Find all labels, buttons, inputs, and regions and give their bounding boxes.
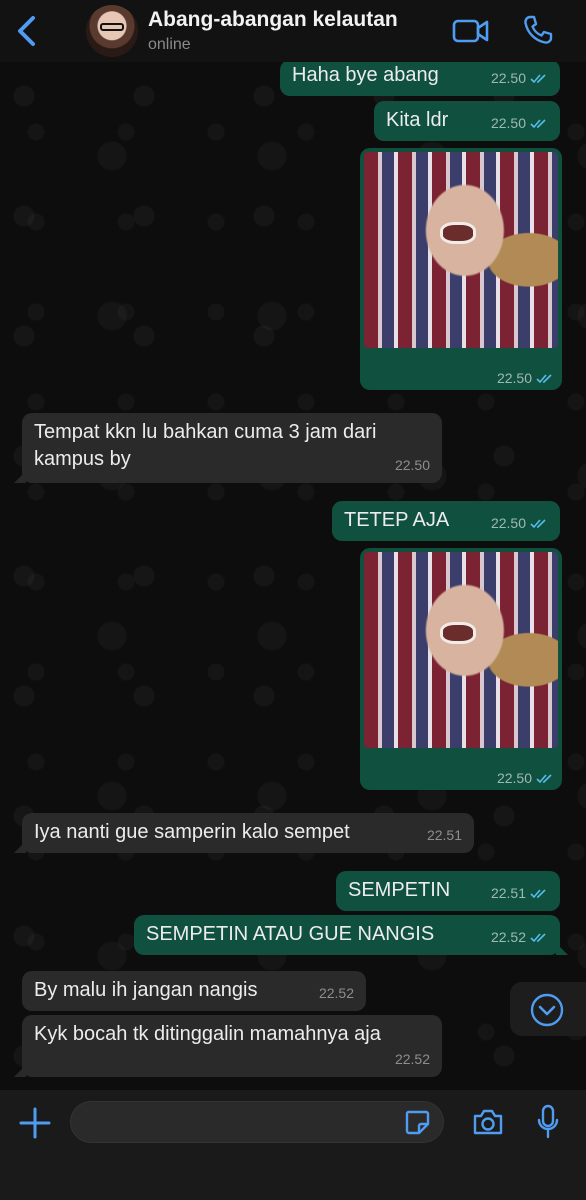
photo-image[interactable] (364, 152, 558, 348)
message-time: 22.50 (491, 65, 548, 92)
read-ticks-icon (530, 119, 546, 129)
message-text: Haha bye abang (292, 64, 439, 86)
message-text: Kita ldr (386, 109, 449, 131)
back-chevron-icon[interactable] (14, 14, 40, 48)
message-text: By malu ih jangan nangis (34, 979, 258, 1001)
read-ticks-icon (530, 519, 546, 529)
message-incoming[interactable]: Tempat kkn lu bahkan cuma 3 jam dari kam… (14, 413, 442, 483)
photo-message[interactable]: 22.50 (360, 548, 562, 790)
message-time: 22.52 (491, 924, 548, 951)
contact-avatar[interactable] (86, 5, 138, 57)
contact-status: online (148, 36, 191, 53)
phone-icon[interactable] (522, 14, 554, 46)
message-incoming[interactable]: By malu ih jangan nangis 22.52 (22, 971, 366, 1011)
read-ticks-icon (536, 373, 552, 383)
message-outgoing[interactable]: SEMPETIN ATAU GUE NANGIS 22.52 (134, 915, 568, 955)
read-ticks-icon (530, 889, 546, 899)
video-call-icon[interactable] (452, 16, 490, 46)
message-text: SEMPETIN ATAU GUE NANGIS (146, 923, 435, 945)
message-text: Iya nanti gue samperin kalo sempet (34, 821, 350, 843)
message-time: 22.51 (491, 880, 548, 907)
message-time: 22.52 (394, 1051, 430, 1067)
plus-icon[interactable] (18, 1106, 52, 1140)
camera-icon[interactable] (472, 1108, 504, 1136)
message-time: 22.50 (497, 370, 554, 386)
message-text: TETEP AJA (344, 509, 450, 531)
message-outgoing[interactable]: Kita ldr 22.50 (374, 101, 560, 141)
message-input[interactable] (70, 1101, 444, 1143)
photo-message[interactable]: 22.50 (360, 148, 562, 390)
scroll-to-bottom-button[interactable] (510, 982, 586, 1036)
message-text: Kyk bocah tk ditinggalin mamahnya aja (34, 1023, 381, 1045)
message-outgoing[interactable]: TETEP AJA 22.50 (332, 501, 560, 541)
message-time: 22.50 (394, 457, 430, 473)
message-time: 22.52 (318, 985, 354, 1001)
chat-header: Abang-abangan kelautan online (0, 0, 586, 62)
message-incoming[interactable]: Kyk bocah tk ditinggalin mamahnya aja 22… (14, 1015, 442, 1077)
message-time: 22.51 (426, 827, 462, 843)
photo-image[interactable] (364, 552, 558, 748)
mic-icon[interactable] (536, 1104, 560, 1140)
message-text: Tempat kkn lu bahkan cuma 3 jam dari kam… (34, 421, 377, 470)
message-input-bar (0, 1090, 586, 1200)
message-text: SEMPETIN (348, 879, 451, 901)
read-ticks-icon (530, 933, 546, 943)
sticker-icon[interactable] (404, 1109, 430, 1135)
read-ticks-icon (530, 74, 546, 84)
message-time: 22.50 (491, 110, 548, 137)
read-ticks-icon (536, 773, 552, 783)
chevron-down-circle-icon (530, 993, 564, 1027)
message-outgoing[interactable]: Haha bye abang 22.50 (280, 60, 560, 96)
contact-name[interactable]: Abang-abangan kelautan (148, 8, 398, 32)
message-incoming[interactable]: Iya nanti gue samperin kalo sempet 22.51 (14, 813, 474, 853)
message-outgoing[interactable]: SEMPETIN 22.51 (336, 871, 560, 911)
message-time: 22.50 (497, 770, 554, 786)
message-time: 22.50 (491, 510, 548, 537)
